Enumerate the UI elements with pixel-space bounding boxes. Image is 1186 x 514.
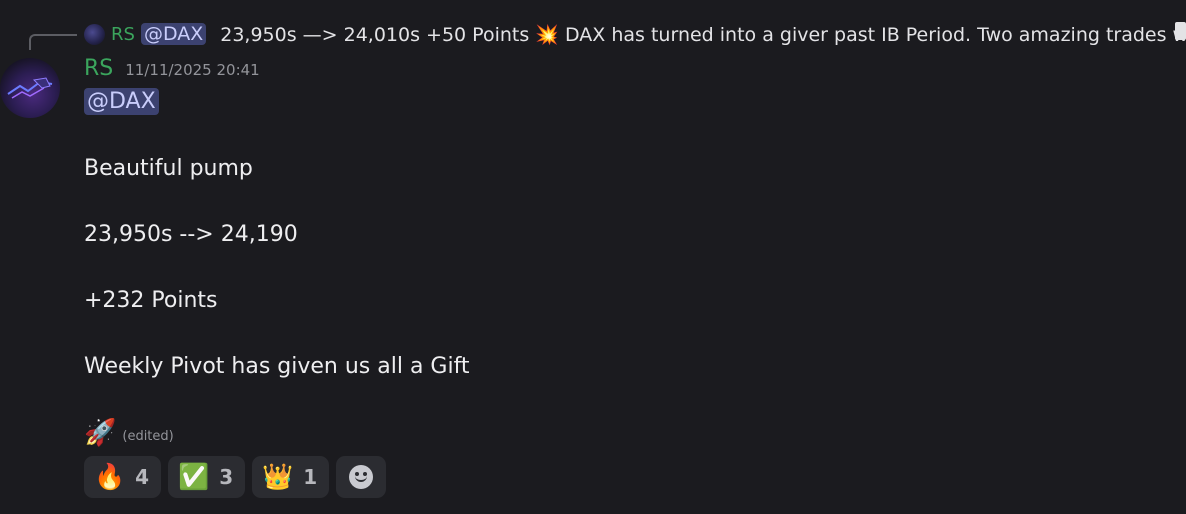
message-line-3: +232 Points xyxy=(84,288,218,313)
reaction-count: 3 xyxy=(219,465,234,489)
reactions-bar: 🔥 4 ✅ 3 👑 1 xyxy=(84,456,387,498)
rocket-emoji: 🚀 xyxy=(84,418,117,448)
message-line-2: 23,950s --> 24,190 xyxy=(84,222,298,247)
reply-overflow-marker xyxy=(1175,22,1186,40)
rocket-row: 🚀 (edited) xyxy=(84,418,174,448)
add-reaction-button[interactable] xyxy=(336,456,387,498)
message-header: RS 11/11/2025 20:41 xyxy=(84,56,260,81)
timestamp[interactable]: 11/11/2025 20:41 xyxy=(125,61,259,79)
reaction-check[interactable]: ✅ 3 xyxy=(168,456,246,498)
reaction-count: 4 xyxy=(135,465,150,489)
author-name[interactable]: RS xyxy=(84,56,113,81)
reply-spine xyxy=(29,34,77,50)
avatar[interactable] xyxy=(0,58,60,118)
fire-emoji-icon: 🔥 xyxy=(94,462,126,491)
reply-avatar[interactable] xyxy=(84,23,105,45)
reply-preview[interactable]: RS @DAX 23,950s —> 24,010s +50 Points 💥 … xyxy=(84,20,1186,48)
message-line-4: Weekly Pivot has given us all a Gift xyxy=(84,354,470,379)
reaction-count: 1 xyxy=(303,465,318,489)
reply-text[interactable]: 23,950s —> 24,010s +50 Points 💥 DAX has … xyxy=(220,23,1186,46)
smiley-face-icon xyxy=(349,465,374,489)
mention-dax[interactable]: @DAX xyxy=(84,88,159,115)
edited-label: (edited) xyxy=(122,428,174,444)
check-emoji-icon: ✅ xyxy=(178,462,210,491)
crown-emoji-icon: 👑 xyxy=(262,462,294,491)
reaction-crown[interactable]: 👑 1 xyxy=(252,456,330,498)
message-line-1: Beautiful pump xyxy=(84,156,253,181)
reaction-fire[interactable]: 🔥 4 xyxy=(84,456,162,498)
reply-author[interactable]: RS xyxy=(111,24,135,45)
reply-mention[interactable]: @DAX xyxy=(140,23,207,45)
